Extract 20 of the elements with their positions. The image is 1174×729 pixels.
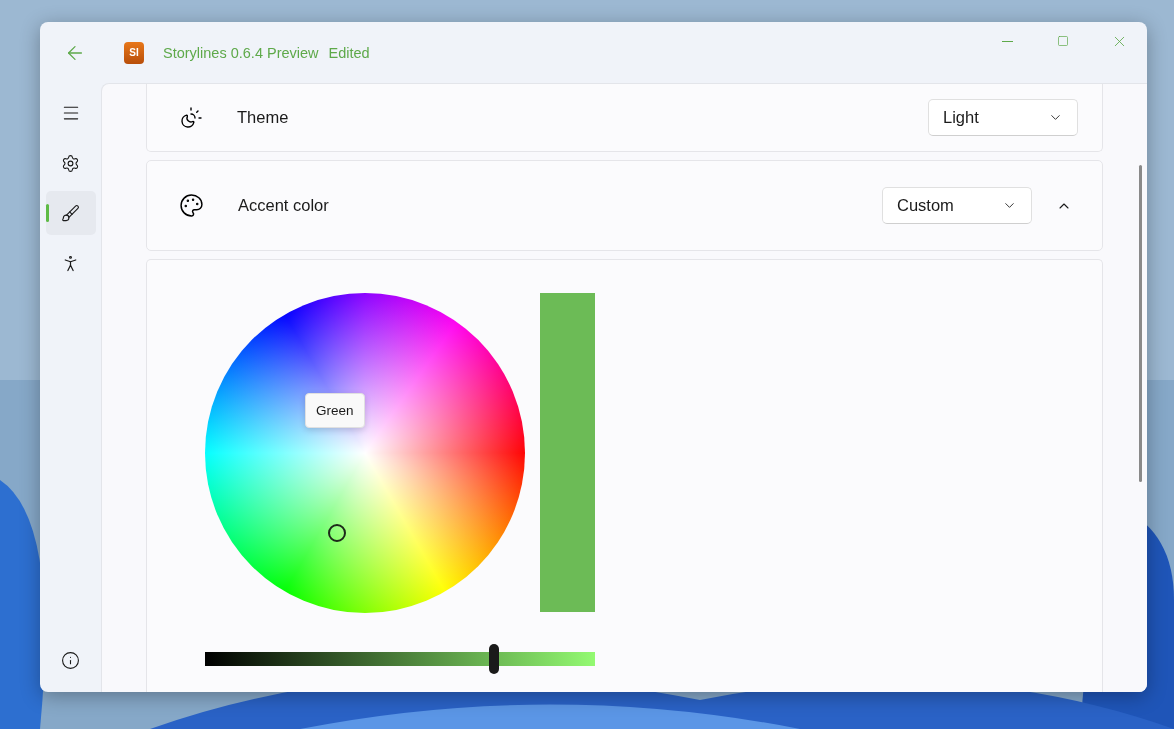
app-logo: SI: [124, 41, 144, 64]
tooltip: Green: [305, 393, 365, 428]
nav-item[interactable]: [45, 191, 96, 235]
window-title: Storylines 0.6.4 Preview: [163, 44, 319, 61]
dropdown[interactable]: Custom: [882, 187, 1032, 224]
setting-label: Accent color: [238, 196, 329, 215]
edited-status: Edited: [328, 44, 370, 61]
brush-icon: [61, 203, 80, 223]
scrollbar[interactable]: [1139, 165, 1142, 482]
dropdown[interactable]: Light: [928, 99, 1078, 136]
maximize-icon: [1057, 35, 1069, 47]
palette-icon: [179, 193, 204, 218]
minimize-icon: [1001, 40, 1013, 42]
picker-handle[interactable]: [328, 524, 346, 542]
color-wheel[interactable]: Green: [205, 293, 525, 613]
setting-label: Theme: [237, 108, 289, 127]
brightness-icon: [179, 105, 203, 130]
info-icon: [61, 650, 80, 670]
slider-thumb[interactable]: [488, 644, 499, 674]
settings-icon: [61, 153, 80, 173]
